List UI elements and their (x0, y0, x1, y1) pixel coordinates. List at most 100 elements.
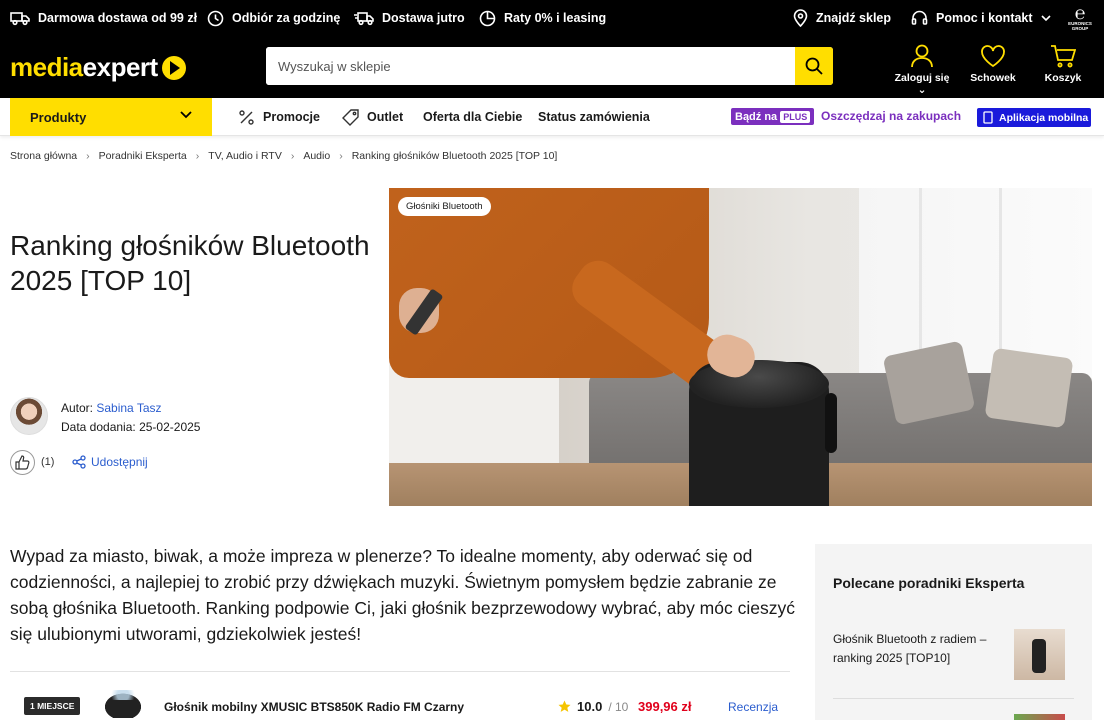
review-link[interactable]: Recenzja (728, 700, 778, 714)
pickup-label: Odbiór za godzinę (232, 11, 341, 25)
logo-expert-text: expert (82, 52, 159, 82)
author-label: Autor: (61, 401, 94, 415)
plus-badge-text: PLUS (780, 110, 811, 123)
hero-image (389, 188, 1092, 506)
cart-label: Koszyk (1044, 72, 1082, 84)
nav-offer-label: Oferta dla Ciebie (423, 110, 523, 124)
page-title: Ranking głośników Bluetooth 2025 [TOP 10… (10, 230, 370, 296)
category-tag[interactable]: Głośniki Bluetooth (398, 197, 491, 216)
hero-speaker-strap (825, 393, 837, 453)
free-delivery-link[interactable]: Darmowa dostawa od 99 zł (10, 0, 197, 36)
product-price: 399,96 zł (638, 699, 692, 714)
plus-prefix-text: Bądź na (735, 110, 778, 123)
main-header: mediaexpert Zaloguj się ⌄ Schowek Koszyk (0, 36, 1104, 98)
euronics-group-logo[interactable]: ℮ EURONICS GROUP (1066, 4, 1094, 32)
breadcrumb-current: Ranking głośników Bluetooth 2025 [TOP 10… (351, 150, 558, 162)
article-intro: Wypad za miasto, biwak, a może impreza w… (10, 546, 795, 644)
truck-icon (10, 12, 30, 26)
headset-icon (911, 10, 928, 25)
find-store-link[interactable]: Znajdź sklep (793, 0, 891, 36)
products-label: Produkty (30, 109, 87, 125)
plus-savings-link[interactable]: Oszczędzaj na zakupach (821, 109, 961, 123)
pie-chart-icon (479, 10, 496, 26)
wishlist-button[interactable]: Schowek (970, 44, 1016, 84)
thumbs-up-icon (15, 455, 30, 470)
login-chevron-icon: ⌄ (917, 84, 927, 96)
nav-promotions[interactable]: Promocje (238, 98, 320, 136)
free-delivery-label: Darmowa dostawa od 99 zł (38, 11, 198, 25)
login-label: Zaloguj się (894, 72, 950, 84)
hero-speaker-top (689, 360, 829, 408)
search-button[interactable] (795, 47, 833, 85)
location-pin-icon (793, 9, 808, 27)
sidebar-title: Polecane poradniki Eksperta (833, 575, 1025, 591)
search-icon (805, 57, 823, 75)
delivery-tomorrow-label: Dostawa jutro (382, 11, 465, 25)
author-avatar (10, 397, 48, 435)
breadcrumb-expert-guides[interactable]: Poradniki Eksperta (99, 150, 187, 162)
guide-thumbnail[interactable] (1014, 629, 1065, 680)
delivery-tomorrow-link[interactable]: Dostawa jutro (354, 0, 465, 36)
product-name-link[interactable]: Głośnik mobilny XMUSIC BTS850K Radio FM … (164, 700, 464, 714)
percent-icon (239, 109, 254, 125)
main-navigation: Produkty Promocje Outlet Oferta dla Cieb… (0, 98, 1104, 136)
breadcrumb-separator-icon: › (86, 150, 90, 162)
installments-label: Raty 0% i leasing (504, 11, 607, 25)
euronics-e-icon: ℮ (1074, 3, 1086, 23)
login-button[interactable]: Zaloguj się ⌄ (892, 44, 952, 96)
nav-order-status[interactable]: Status zamówienia (538, 98, 650, 136)
user-icon (911, 44, 933, 68)
like-button[interactable] (10, 450, 35, 475)
heart-icon (981, 45, 1005, 68)
play-logo-icon (161, 55, 186, 80)
search-bar (266, 47, 833, 85)
hero-cushion (984, 347, 1074, 429)
pickup-link[interactable]: Odbiór za godzinę (207, 0, 340, 36)
breadcrumb-home[interactable]: Strona główna (10, 150, 77, 162)
mobile-app-button[interactable]: Aplikacja mobilna (977, 108, 1091, 127)
logo-media-text: media (10, 52, 83, 82)
share-button[interactable]: Udostępnij (72, 455, 148, 469)
star-icon (558, 700, 571, 712)
rating-max: / 10 (608, 699, 629, 714)
breadcrumb-separator-icon: › (339, 150, 343, 162)
breadcrumb-tv-audio[interactable]: TV, Audio i RTV (208, 150, 282, 162)
installments-link[interactable]: Raty 0% i leasing (479, 0, 606, 36)
breadcrumb-separator-icon: › (195, 150, 200, 162)
search-input[interactable] (266, 47, 794, 85)
fast-truck-icon (354, 12, 374, 26)
author-info: Autor: Sabina Tasz (61, 401, 162, 415)
share-icon (72, 455, 86, 469)
place-badge: 1 MIEJSCE (24, 697, 81, 715)
nav-outlet[interactable]: Outlet (342, 98, 403, 136)
wishlist-label: Schowek (970, 72, 1016, 84)
sidebar-divider (833, 698, 1074, 699)
tag-icon (342, 108, 359, 126)
publish-date: Data dodania: 25-02-2025 (61, 420, 200, 434)
recommended-guides-sidebar: Polecane poradniki Eksperta Głośnik Blue… (815, 544, 1092, 720)
mediaexpert-logo[interactable]: media expert (10, 52, 186, 83)
breadcrumb: Strona główna › Poradniki Eksperta › TV,… (10, 150, 557, 162)
breadcrumb-audio[interactable]: Audio (303, 150, 330, 162)
product-rating: 10.0 / 10 (558, 699, 628, 714)
nav-outlet-label: Outlet (367, 110, 404, 124)
plus-program-badge[interactable]: Bądź na PLUS (731, 108, 815, 125)
guide-link[interactable]: Głośnik Bluetooth z radiem – ranking 202… (833, 630, 1003, 668)
nav-offer-for-you[interactable]: Oferta dla Ciebie (423, 98, 522, 136)
help-contact-label: Pomoc i kontakt (936, 11, 1033, 25)
share-label: Udostępnij (91, 455, 148, 469)
hero-window (859, 188, 1092, 378)
product-thumbnail[interactable] (100, 690, 146, 718)
products-menu-button[interactable]: Produkty (10, 98, 212, 136)
find-store-label: Znajdź sklep (816, 11, 892, 25)
author-name-link[interactable]: Sabina Tasz (96, 401, 161, 415)
guide-thumbnail[interactable] (1014, 714, 1065, 720)
phone-icon (983, 111, 993, 124)
rating-score: 10.0 (577, 699, 603, 714)
help-contact-dropdown[interactable]: Pomoc i kontakt (911, 0, 1051, 36)
divider (10, 671, 790, 672)
like-count: (1) (41, 456, 55, 468)
chevron-down-icon (180, 111, 192, 119)
date-label: Data dodania: (61, 420, 136, 434)
cart-button[interactable]: Koszyk (1044, 44, 1082, 84)
